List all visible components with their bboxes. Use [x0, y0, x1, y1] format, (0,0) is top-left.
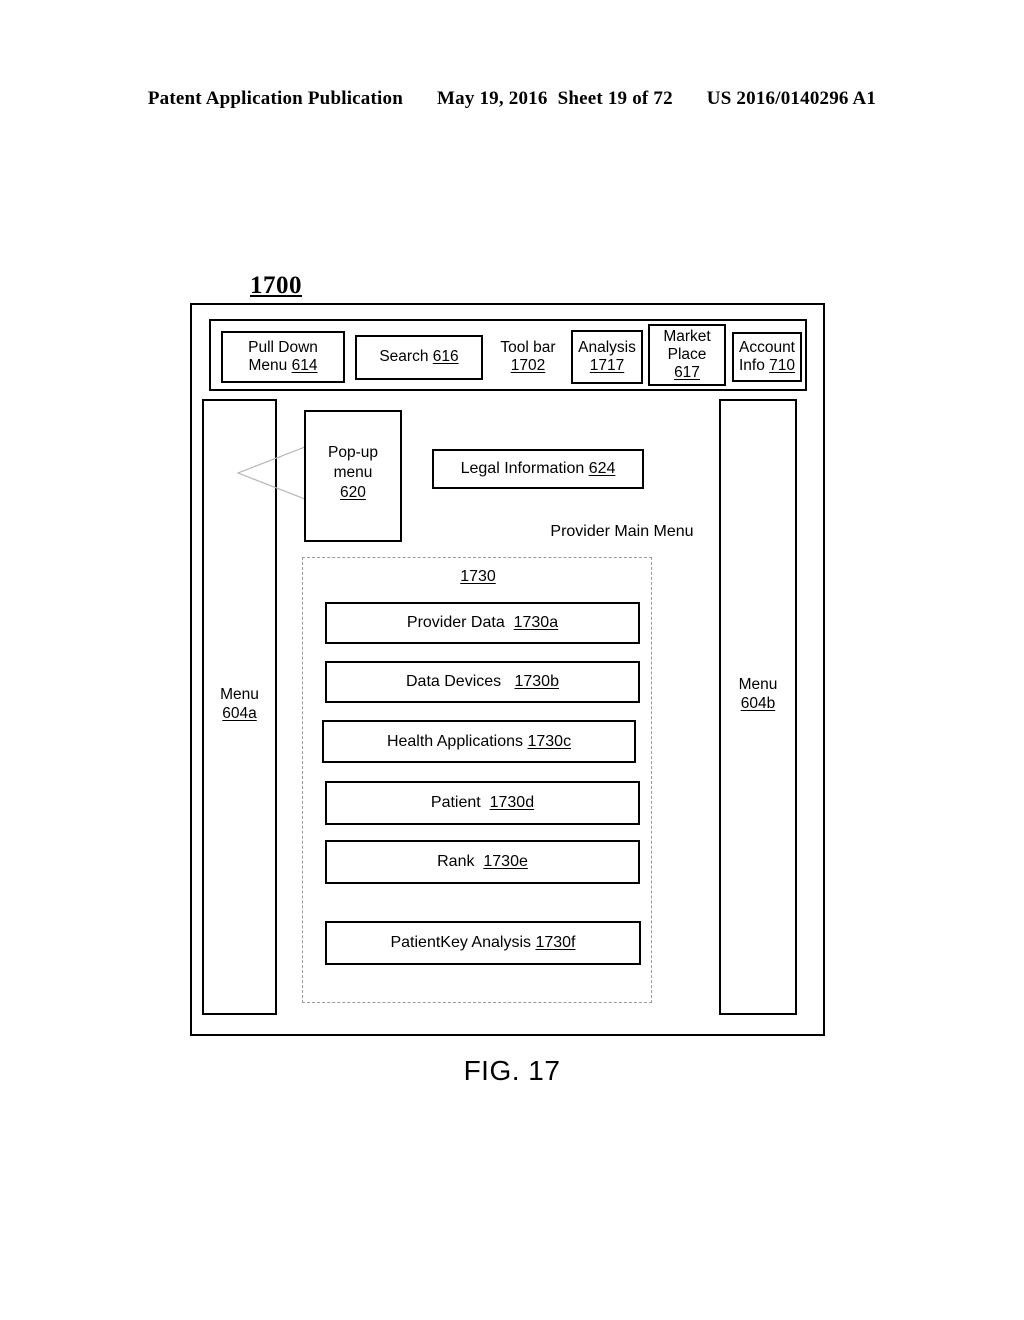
publication-label: Patent Application Publication [147, 88, 403, 109]
data-devices-ref: 1730b [514, 673, 559, 690]
market-place-button[interactable]: Market Place 617 [648, 324, 726, 386]
provider-data-ref: 1730a [513, 614, 559, 631]
search-button[interactable]: Search 616 [355, 335, 483, 380]
device-screen-frame: Pull Down Menu 614 Search 616 Tool bar 170… [190, 303, 825, 1036]
market-place-label: Market Place 617 [663, 327, 711, 382]
patientkey-analysis-button[interactable]: PatientKey Analysis 1730f [325, 921, 641, 965]
account-info-label: Account Info 710 [738, 338, 796, 374]
tool-bar-label: Tool bar 1702 [500, 338, 556, 374]
legal-information-ref: 624 [588, 460, 616, 477]
patent-page-header: Patent Application Publication May 19, 20… [0, 88, 1024, 110]
health-applications-label: Health Applications 1730c [386, 732, 572, 750]
analysis-button[interactable]: Analysis 1717 [571, 330, 643, 384]
sheet-number: Sheet 19 of 72 [557, 88, 673, 109]
patient-ref: 1730d [489, 794, 535, 811]
publication-date: May 19, 2016 [436, 88, 548, 109]
data-devices-label: Data Devices 1730b [406, 673, 559, 690]
analysis-ref: 1717 [589, 357, 625, 374]
provider-main-menu-caption: Provider Main Menu [550, 523, 694, 540]
rank-ref: 1730e [483, 853, 528, 870]
data-devices-button[interactable]: Data Devices 1730b [325, 661, 640, 703]
toolbar-container: Pull Down Menu 614 Search 616 Tool bar 170… [209, 319, 807, 391]
popup-menu-ref: 620 [340, 484, 366, 502]
popup-menu-620[interactable]: Pop-up menu 620 [304, 410, 402, 542]
tool-bar-label-group: Tool bar 1702 [487, 333, 569, 381]
patent-number: US 2016/0140296 A1 [706, 88, 877, 109]
search-ref: 616 [432, 348, 459, 366]
figure-reference-1700: 1700 [250, 272, 302, 299]
provider-data-button[interactable]: Provider Data 1730a [325, 602, 640, 644]
account-info-button[interactable]: Account Info 710 [732, 332, 802, 382]
pull-down-menu-button[interactable]: Pull Down Menu 614 [221, 331, 345, 383]
patient-button[interactable]: Patient 1730d [325, 781, 640, 825]
sidebar-menu-left-604a[interactable]: Menu 604a [202, 399, 277, 1015]
provider-main-menu-group-1730: 1730 Provider Data 1730a Data Devices 17… [302, 557, 652, 1003]
account-info-ref: 710 [769, 357, 796, 374]
rank-label: Rank 1730e [437, 853, 528, 870]
provider-main-menu-group-ref: 1730 [460, 568, 496, 585]
sidebar-menu-left-ref: 604a [222, 705, 257, 722]
figure-caption: FIG. 17 [463, 1055, 561, 1086]
sidebar-menu-right-604b[interactable]: Menu 604b [719, 399, 797, 1015]
market-place-ref: 617 [674, 364, 700, 382]
health-applications-button[interactable]: Health Applications 1730c [322, 720, 636, 763]
sidebar-menu-right-label: Menu 604b [738, 675, 778, 712]
analysis-label: Analysis 1717 [578, 338, 636, 374]
patient-label: Patient 1730d [430, 794, 535, 811]
popup-menu-label: Pop-up menu 620 [328, 443, 378, 502]
pull-down-menu-label: Pull Down Menu 614 [248, 338, 318, 374]
pull-down-menu-ref: 614 [291, 357, 318, 374]
tool-bar-ref: 1702 [510, 357, 546, 374]
search-label: Search 616 [379, 348, 459, 366]
health-applications-ref: 1730c [527, 732, 572, 750]
legal-information-button[interactable]: Legal Information 624 [432, 449, 644, 489]
patientkey-analysis-label: PatientKey Analysis 1730f [390, 934, 576, 951]
sidebar-menu-right-ref: 604b [740, 695, 776, 712]
patientkey-analysis-ref: 1730f [535, 934, 576, 951]
provider-data-label: Provider Data 1730a [406, 614, 559, 631]
legal-information-label: Legal Information 624 [460, 460, 616, 477]
rank-button[interactable]: Rank 1730e [325, 840, 640, 884]
sidebar-menu-left-label: Menu 604a [220, 685, 259, 722]
